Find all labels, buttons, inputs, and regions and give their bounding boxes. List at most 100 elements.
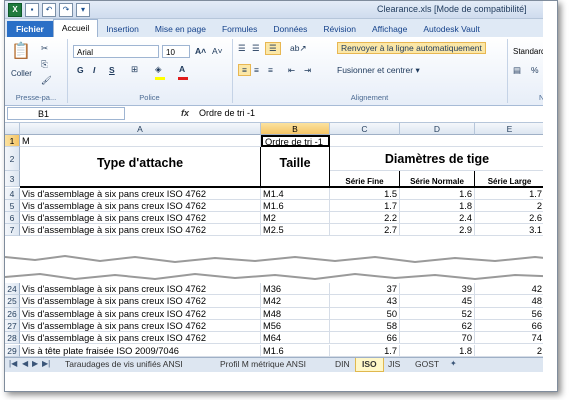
cell-serie-large[interactable]: 48: [475, 295, 545, 308]
cell-c2-diametres-de-tige[interactable]: Diamètres de tige: [330, 147, 545, 171]
cut-icon[interactable]: ✂: [41, 43, 48, 54]
cell-serie-normale[interactable]: 39: [400, 283, 475, 296]
tab-insertion[interactable]: Insertion: [98, 21, 147, 37]
cell-type[interactable]: Vis d'assemblage à six pans creux ISO 47…: [20, 319, 261, 333]
format-painter-icon[interactable]: 🖌: [41, 75, 52, 86]
tab-mise-en-page[interactable]: Mise en page: [147, 21, 214, 37]
align-right-icon[interactable]: ≡: [268, 65, 273, 75]
cell-serie-fine[interactable]: 1.7: [330, 344, 400, 357]
percent-button[interactable]: %: [531, 65, 539, 75]
row-header[interactable]: 28: [5, 332, 20, 345]
cell-taille[interactable]: M2.5: [261, 224, 330, 236]
excel-icon[interactable]: X: [8, 3, 22, 17]
underline-button[interactable]: S: [109, 65, 115, 75]
row-header[interactable]: 29: [5, 344, 20, 357]
row-header[interactable]: 5: [5, 200, 20, 212]
column-header-e[interactable]: E: [475, 123, 545, 135]
row-header-1[interactable]: 1: [5, 135, 20, 147]
first-sheet-icon[interactable]: |◀: [9, 359, 17, 368]
sheet-tab-profil-m-ansi[interactable]: Profil M métrique ANSI: [220, 358, 306, 371]
orientation-icon[interactable]: ab↗: [290, 43, 307, 54]
increase-indent-icon[interactable]: ⇥: [304, 65, 311, 76]
cell-b1[interactable]: Ordre de tri -1: [261, 135, 330, 147]
tab-affichage[interactable]: Affichage: [364, 21, 415, 37]
row-header[interactable]: 7: [5, 224, 20, 236]
cell-serie-normale[interactable]: 62: [400, 319, 475, 333]
sheet-tab-jis[interactable]: JIS: [388, 358, 400, 371]
decrease-indent-icon[interactable]: ⇤: [288, 65, 295, 76]
cell-c3-serie-fine[interactable]: Série Fine: [330, 171, 400, 187]
font-size-select[interactable]: 10: [162, 45, 190, 58]
cell-taille[interactable]: M42: [261, 295, 330, 308]
tab-fichier[interactable]: Fichier: [7, 21, 53, 37]
cell-taille[interactable]: M1.6: [261, 200, 330, 212]
cell-serie-normale[interactable]: 2.4: [400, 212, 475, 224]
cell-serie-normale[interactable]: 1.8: [400, 344, 475, 357]
next-sheet-icon[interactable]: ▶: [32, 359, 38, 368]
sheet-tab-iso[interactable]: ISO: [355, 358, 384, 372]
row-header-2[interactable]: 2: [5, 147, 20, 171]
italic-button[interactable]: I: [93, 65, 95, 75]
cell-serie-large[interactable]: 42: [475, 283, 545, 296]
column-header-a[interactable]: A: [20, 123, 261, 135]
cell-serie-normale[interactable]: 70: [400, 332, 475, 345]
align-left-icon[interactable]: ≡: [238, 64, 251, 76]
cell-type[interactable]: Vis d'assemblage à six pans creux ISO 47…: [20, 332, 261, 345]
cell-type[interactable]: Vis à tête plate fraisée ISO 2009/7046: [20, 344, 261, 357]
row-header[interactable]: 6: [5, 212, 20, 224]
cell-serie-fine[interactable]: 1.5: [330, 188, 400, 200]
align-middle-icon[interactable]: ☰: [252, 43, 260, 54]
cell-serie-fine[interactable]: 66: [330, 332, 400, 345]
prev-sheet-icon[interactable]: ◀: [22, 359, 28, 368]
paste-icon[interactable]: 📋: [11, 41, 31, 61]
insert-sheet-icon[interactable]: ✦: [450, 359, 457, 368]
tab-revision[interactable]: Révision: [315, 21, 364, 37]
cell-serie-fine[interactable]: 43: [330, 295, 400, 308]
align-bottom-icon[interactable]: ☰: [265, 42, 281, 55]
row-header-3[interactable]: 3: [5, 171, 20, 187]
cell-serie-large[interactable]: 3.1: [475, 224, 545, 236]
cell-serie-fine[interactable]: 1.7: [330, 200, 400, 212]
row-header[interactable]: 4: [5, 188, 20, 200]
align-center-icon[interactable]: ≡: [254, 65, 259, 75]
accounting-icon[interactable]: ▤: [513, 65, 521, 76]
name-box[interactable]: B1: [7, 107, 125, 120]
cell-serie-normale[interactable]: 52: [400, 307, 475, 320]
cell-serie-fine[interactable]: 2.2: [330, 212, 400, 224]
cell-taille[interactable]: M48: [261, 307, 330, 320]
cell-taille[interactable]: M2: [261, 212, 330, 224]
cell-taille[interactable]: M1.6: [261, 344, 330, 357]
cell-e3-serie-large[interactable]: Série Large: [475, 171, 545, 187]
row-header[interactable]: 27: [5, 319, 20, 333]
cell-taille[interactable]: M36: [261, 283, 330, 296]
column-header-d[interactable]: D: [400, 123, 475, 135]
cell-b2-taille[interactable]: Taille: [261, 147, 330, 187]
fill-color-icon[interactable]: ◈: [155, 64, 162, 75]
sheet-tab-taraudages-ansi[interactable]: Taraudages de vis unifiés ANSI: [65, 358, 183, 371]
row-header[interactable]: 25: [5, 295, 20, 308]
cell-serie-normale[interactable]: 45: [400, 295, 475, 308]
font-name-select[interactable]: Arial: [73, 45, 159, 58]
cell-serie-fine[interactable]: 37: [330, 283, 400, 296]
sheet-tab-gost[interactable]: GOST: [415, 358, 439, 371]
align-top-icon[interactable]: ☰: [238, 43, 246, 54]
row-header[interactable]: 24: [5, 283, 20, 296]
cell-d3-serie-normale[interactable]: Série Normale: [400, 171, 475, 187]
grow-font-icon[interactable]: A˄: [195, 46, 206, 56]
sheet-tab-din[interactable]: DIN: [335, 358, 350, 371]
cell-type[interactable]: Vis d'assemblage à six pans creux ISO 47…: [20, 224, 261, 236]
cell-type[interactable]: Vis d'assemblage à six pans creux ISO 47…: [20, 188, 261, 200]
cell-a2-type-d-attache[interactable]: Type d'attache: [20, 147, 261, 187]
cell-serie-large[interactable]: 66: [475, 319, 545, 333]
tab-accueil[interactable]: Accueil: [52, 19, 99, 37]
column-header-b[interactable]: B: [261, 123, 330, 135]
tab-donnees[interactable]: Données: [265, 21, 315, 37]
cell-serie-normale[interactable]: 1.8: [400, 200, 475, 212]
cell-taille[interactable]: M1.4: [261, 188, 330, 200]
cell-serie-fine[interactable]: 2.7: [330, 224, 400, 236]
paste-button[interactable]: Coller: [11, 69, 32, 78]
row-header[interactable]: 26: [5, 307, 20, 320]
cell-serie-large[interactable]: 2: [475, 344, 545, 357]
cell-serie-normale[interactable]: 1.6: [400, 188, 475, 200]
customize-icon[interactable]: ▾: [76, 3, 90, 17]
